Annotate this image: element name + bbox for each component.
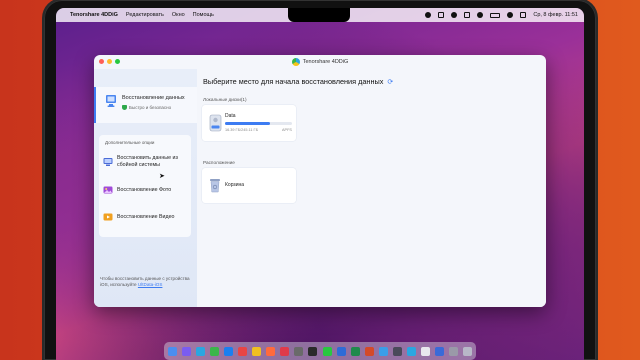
app-menu[interactable]: Tenorshare 4DDiG bbox=[70, 12, 118, 18]
option-label: Восстановление Видео bbox=[117, 213, 175, 220]
menu-edit[interactable]: Редактировать bbox=[126, 12, 164, 18]
xcode-icon[interactable] bbox=[392, 346, 402, 356]
word-icon[interactable] bbox=[336, 346, 346, 356]
hard-drive-icon bbox=[209, 114, 222, 132]
maximize-button[interactable] bbox=[115, 59, 120, 64]
desktop-screen: Tenorshare 4DDiG Редактировать Окно Помо… bbox=[56, 8, 584, 360]
screen-icon[interactable] bbox=[438, 12, 445, 18]
downloads-icon[interactable] bbox=[448, 346, 458, 356]
refresh-icon[interactable]: ⟳ bbox=[387, 78, 393, 86]
status-area: Ср, 8 февр. 11:51 bbox=[425, 12, 578, 18]
video-icon bbox=[103, 213, 113, 221]
monitor-icon bbox=[103, 157, 113, 166]
terminal-icon[interactable] bbox=[308, 346, 318, 356]
sidebar: Восстановление данных Быстро и безопасно… bbox=[94, 69, 197, 307]
minimize-button[interactable] bbox=[107, 59, 112, 64]
sidebar-item-label: Восстановление данных bbox=[122, 95, 185, 101]
main-content: Выберите место для начала восстановления… bbox=[197, 69, 546, 307]
disk-name: Data bbox=[225, 113, 236, 119]
record-icon[interactable] bbox=[425, 12, 432, 18]
window-title-text: Tenorshare 4DDiG bbox=[302, 59, 349, 65]
battery-icon[interactable] bbox=[490, 12, 501, 18]
launchpad-icon[interactable] bbox=[182, 346, 192, 356]
4ddig-icon[interactable] bbox=[406, 346, 416, 356]
zoom-icon[interactable] bbox=[434, 346, 444, 356]
sidebar-item-subtitle: Быстро и безопасно bbox=[122, 105, 171, 110]
app-window: Tenorshare 4DDiG Восстановление данных Б… bbox=[94, 55, 546, 307]
computer-icon bbox=[106, 95, 116, 107]
powerpoint-icon[interactable] bbox=[364, 346, 374, 356]
disk-size: 16.39 ГБ/245.11 ГБ bbox=[225, 128, 259, 132]
local-disks-label: Локальные диски(1) bbox=[203, 97, 247, 102]
search-icon[interactable] bbox=[507, 12, 514, 18]
page-title: Выберите место для начала восстановления… bbox=[203, 77, 393, 86]
panel-title: Дополнительные опции bbox=[105, 140, 155, 145]
ios-hint: Чтобы восстановить данные с устройства i… bbox=[100, 276, 192, 288]
window-title: Tenorshare 4DDiG bbox=[291, 58, 349, 66]
option-label: Восстановить данные из сбойной системы bbox=[117, 155, 178, 168]
option-label: Восстановление Фото bbox=[117, 186, 172, 193]
disk-card-data[interactable]: Data 16.39 ГБ/245.11 ГБ APFS bbox=[202, 105, 296, 141]
additional-options-panel: Дополнительные опции Восстановить данные… bbox=[99, 135, 191, 237]
app-logo-icon bbox=[291, 58, 300, 66]
menu-help[interactable]: Помощь bbox=[193, 12, 214, 18]
finder-icon[interactable] bbox=[168, 346, 177, 356]
bluetooth-icon[interactable] bbox=[477, 12, 484, 18]
dark-circle-icon[interactable] bbox=[451, 12, 458, 18]
control-center-icon[interactable] bbox=[520, 12, 527, 18]
excel-icon[interactable] bbox=[350, 346, 360, 356]
close-button[interactable] bbox=[99, 59, 104, 64]
trash-card[interactable]: Корзина bbox=[202, 168, 296, 203]
preview-icon[interactable] bbox=[420, 346, 430, 356]
subtitle-text: Быстро и безопасно bbox=[129, 105, 172, 110]
clock[interactable]: Ср, 8 февр. 11:51 bbox=[533, 12, 578, 18]
disk-usage-bar bbox=[225, 122, 292, 125]
calendar-icon[interactable] bbox=[238, 346, 248, 356]
window-controls bbox=[99, 59, 120, 64]
sidebar-item-data-recovery[interactable]: Восстановление данных Быстро и безопасно bbox=[94, 87, 197, 123]
chrome-icon[interactable] bbox=[210, 346, 220, 356]
option-crashed-system[interactable]: Восстановить данные из сбойной системы bbox=[103, 155, 187, 168]
disk-filesystem: APFS bbox=[282, 128, 292, 132]
settings-icon[interactable] bbox=[294, 346, 304, 356]
mouse-cursor-icon: ➤ bbox=[159, 173, 165, 180]
camera-notch bbox=[288, 8, 350, 22]
trash-icon bbox=[210, 179, 220, 193]
trash-dock-icon[interactable] bbox=[462, 346, 472, 356]
messages-icon[interactable] bbox=[322, 346, 332, 356]
location-label: Расположение bbox=[203, 160, 235, 165]
safari-icon[interactable] bbox=[196, 346, 206, 356]
wifi-icon[interactable] bbox=[464, 12, 471, 18]
app-store-icon[interactable] bbox=[224, 346, 234, 356]
option-video-recovery[interactable]: Восстановление Видео bbox=[103, 212, 174, 222]
notes-icon[interactable] bbox=[252, 346, 262, 356]
trash-name: Корзина bbox=[225, 182, 245, 188]
menu-window[interactable]: Окно bbox=[172, 12, 185, 18]
option-photo-recovery[interactable]: Восстановление Фото bbox=[103, 185, 171, 195]
photo-icon bbox=[103, 186, 113, 194]
page-title-text: Выберите место для начала восстановления… bbox=[203, 77, 384, 86]
disk-usage-fill bbox=[225, 122, 270, 125]
photos-icon[interactable] bbox=[266, 346, 276, 356]
music-icon[interactable] bbox=[280, 346, 290, 356]
ultdata-link[interactable]: UltData-iOS bbox=[138, 282, 163, 287]
title-bar: Tenorshare 4DDiG bbox=[94, 55, 546, 69]
dock bbox=[164, 342, 476, 360]
shield-icon bbox=[122, 105, 127, 110]
telegram-icon[interactable] bbox=[378, 346, 388, 356]
